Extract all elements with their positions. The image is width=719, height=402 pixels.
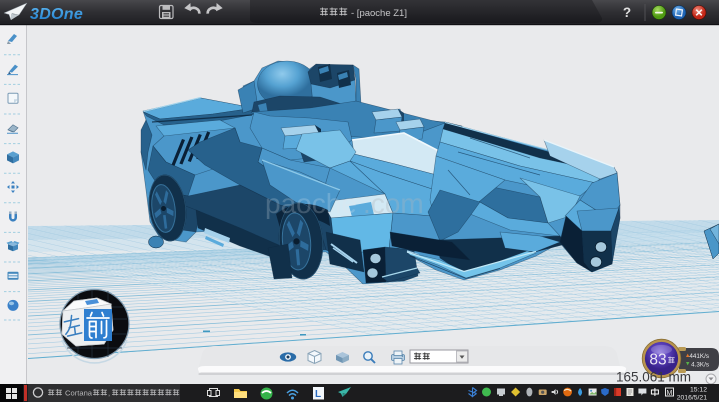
svg-text:,: ,	[108, 389, 110, 398]
svg-text:3DOne: 3DOne	[30, 6, 83, 23]
svg-text:paoche: paoche	[265, 188, 357, 219]
svg-text:Cortana: Cortana	[65, 389, 93, 398]
svg-text:- [paoche Z1]: - [paoche Z1]	[351, 8, 407, 19]
svg-text:M: M	[667, 390, 673, 397]
svg-text:L: L	[315, 389, 321, 400]
svg-text:.com: .com	[363, 188, 424, 219]
svg-text:165.061 mm: 165.061 mm	[616, 370, 691, 385]
svg-text:4.3K/s: 4.3K/s	[691, 362, 709, 369]
svg-text:441K/s: 441K/s	[689, 353, 709, 360]
svg-text:?: ?	[623, 5, 631, 20]
svg-text:15:12: 15:12	[690, 387, 707, 394]
svg-text:83: 83	[649, 352, 666, 369]
svg-text:2016/5/21: 2016/5/21	[677, 395, 707, 402]
